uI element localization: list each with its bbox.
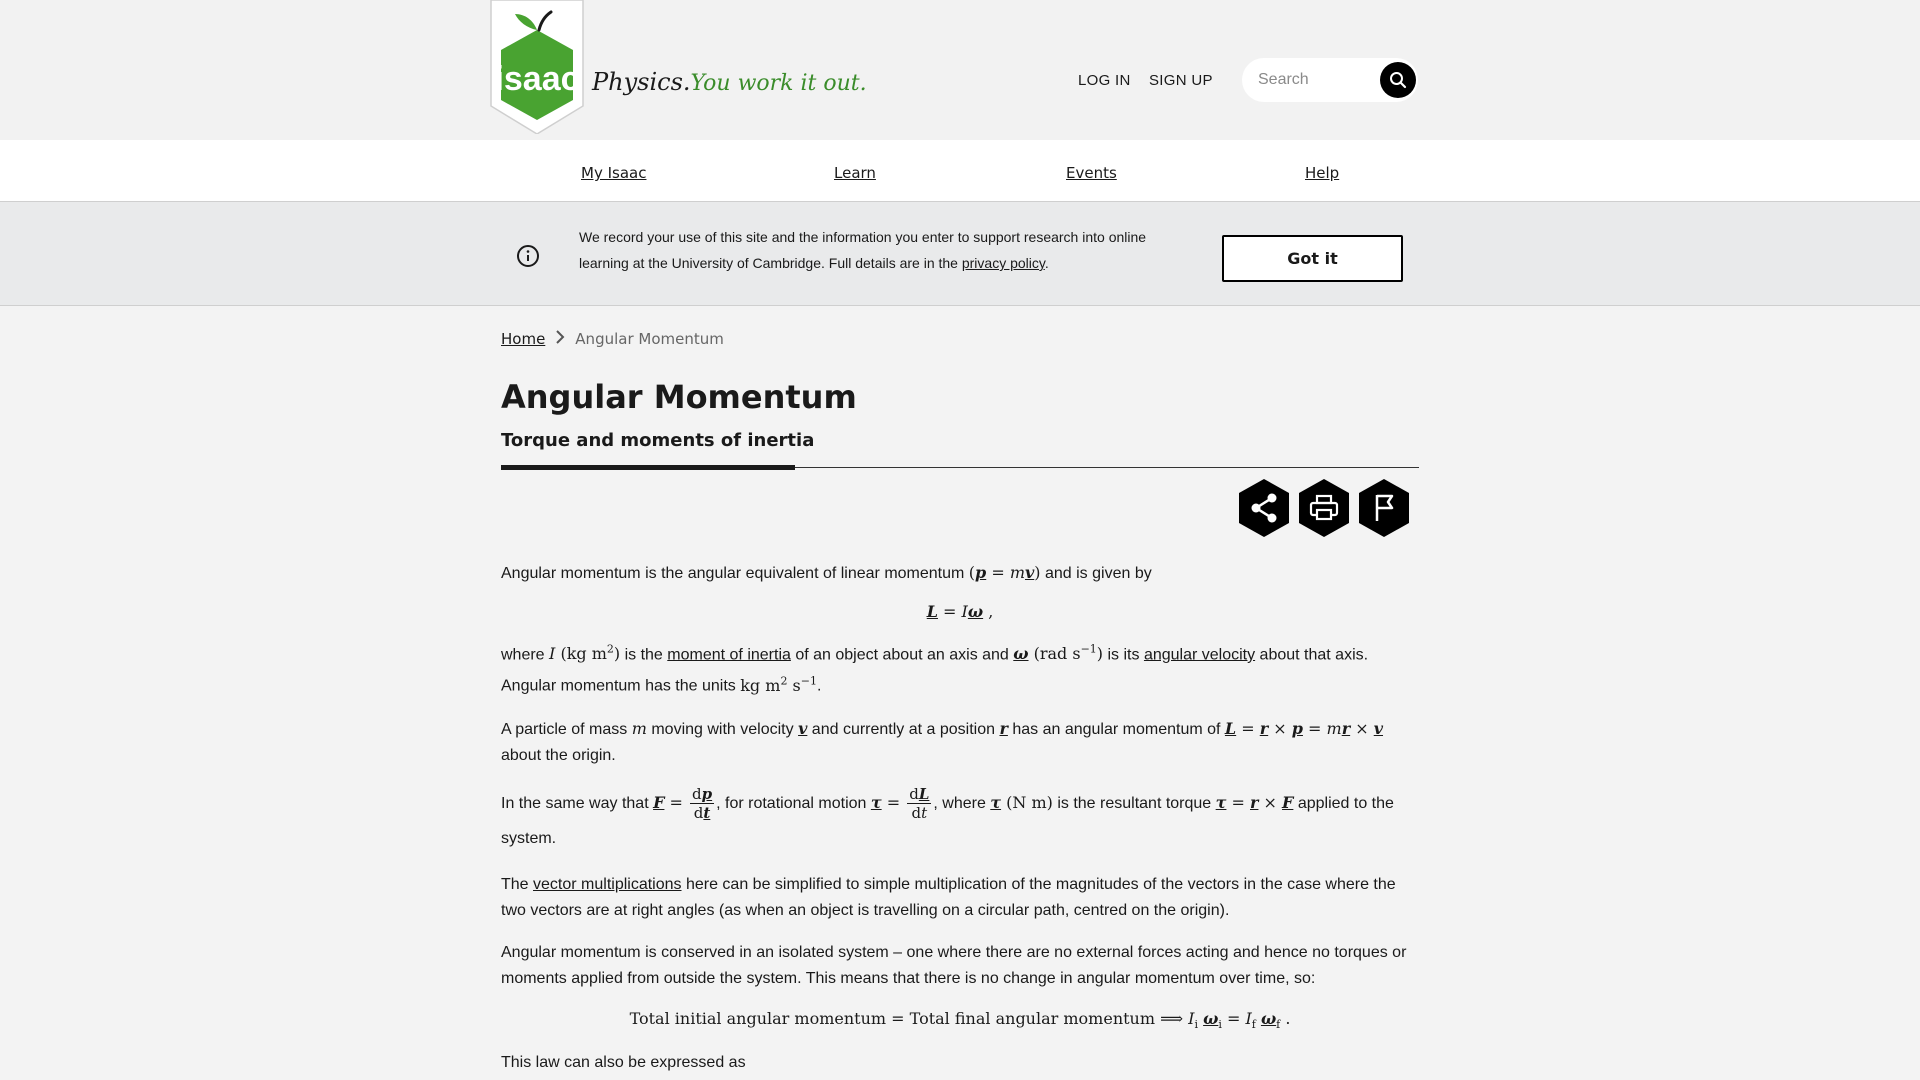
page-title: Angular Momentum xyxy=(501,378,857,416)
site-header: isaac Physics.You work it out. LOG IN SI… xyxy=(0,0,1920,140)
math-units: kg m2 s−1 xyxy=(740,674,817,695)
chevron-right-icon xyxy=(555,330,565,348)
math-cross-product: L = r × p = mr × v xyxy=(1224,718,1384,738)
eq-text-final: Total final angular momentum xyxy=(909,1008,1156,1028)
paragraph-torque: In the same way that F = dp dt, for rotat… xyxy=(501,785,1419,856)
text: about the origin. xyxy=(501,746,616,764)
math-torque-derivative: τ = dL dt xyxy=(870,784,932,822)
text: , where xyxy=(933,794,991,812)
math-force: F = dp dt xyxy=(653,784,715,822)
math-m: m xyxy=(631,718,647,738)
search-input[interactable] xyxy=(1258,68,1378,92)
text: , for rotational motion xyxy=(716,794,871,812)
math-omega: ω (rad s−1) xyxy=(1013,643,1104,664)
paragraph-intro: Angular momentum is the angular equivale… xyxy=(501,560,1419,587)
math-v: v xyxy=(798,718,808,738)
search-icon xyxy=(1390,72,1407,89)
text: of an object about an axis and xyxy=(790,646,1014,664)
report-button[interactable] xyxy=(1357,478,1411,538)
angular-velocity-link[interactable]: angular velocity xyxy=(1144,646,1255,663)
page-subtitle: Torque and moments of inertia xyxy=(501,430,815,451)
breadcrumb-home[interactable]: Home xyxy=(501,330,545,348)
paragraph-definitions: where I (kg m2) is the moment of inertia… xyxy=(501,643,1369,695)
main-nav: My Isaac Learn Events Help xyxy=(0,140,1920,202)
nav-events[interactable]: Events xyxy=(1066,164,1117,182)
cookie-text-end: . xyxy=(1044,255,1049,271)
breadcrumb-current: Angular Momentum xyxy=(575,330,724,348)
text: The xyxy=(501,875,534,893)
print-button[interactable] xyxy=(1297,478,1351,538)
flag-icon xyxy=(1359,479,1409,537)
equation-conservation: Total initial angular momentum = Total f… xyxy=(629,1008,1291,1031)
nav-learn[interactable]: Learn xyxy=(834,164,876,182)
nav-my-isaac[interactable]: My Isaac xyxy=(581,164,646,182)
tagline: Physics.You work it out. xyxy=(592,68,867,96)
text: has an angular momentum of xyxy=(1007,720,1225,738)
math-r: r xyxy=(999,718,1008,738)
search-box xyxy=(1242,58,1418,102)
text: Angular momentum is the angular equivale… xyxy=(501,565,969,582)
moment-of-inertia-link[interactable]: moment of inertia xyxy=(667,646,791,663)
eq-text-initial: Total initial angular momentum xyxy=(629,1008,887,1028)
text: and is given by xyxy=(1040,565,1152,582)
math-inertia: I (kg m2) xyxy=(549,643,621,664)
paragraph-particle: A particle of mass m moving with velocit… xyxy=(501,716,1419,769)
breadcrumb: Home Angular Momentum xyxy=(501,330,724,348)
text: is its xyxy=(1103,646,1144,664)
cookie-text: We record your use of this site and the … xyxy=(579,229,1147,271)
text: A particle of mass xyxy=(501,720,632,738)
text: is the xyxy=(620,646,668,664)
text: moving with velocity xyxy=(646,720,799,738)
math-torque-cross: τ = r × F xyxy=(1215,792,1294,812)
text: and currently at a position xyxy=(807,720,1000,738)
isaac-logo[interactable]: isaac xyxy=(489,0,585,135)
tagline-slogan: You work it out. xyxy=(690,71,867,96)
tagline-physics: Physics. xyxy=(592,68,691,96)
signup-link[interactable]: SIGN UP xyxy=(1149,72,1213,89)
article-content: Angular momentum is the angular equivale… xyxy=(501,560,1419,1080)
privacy-policy-link[interactable]: privacy policy xyxy=(962,255,1045,271)
math-momentum: (p = mv) xyxy=(968,563,1041,582)
paragraph-conservation: Angular momentum is conserved in an isol… xyxy=(501,943,1407,987)
print-icon xyxy=(1299,479,1349,537)
cookie-banner: We record your use of this site and the … xyxy=(0,202,1920,306)
vector-multiplications-link[interactable]: vector multiplications xyxy=(533,876,682,893)
got-it-button[interactable]: Got it xyxy=(1222,235,1403,282)
login-link[interactable]: LOG IN xyxy=(1078,72,1131,89)
title-divider-accent xyxy=(501,465,795,470)
search-button[interactable] xyxy=(1380,62,1416,98)
text: In the same way that xyxy=(501,794,654,812)
equation-angular-momentum: L = Iω , xyxy=(926,602,994,621)
svg-text:isaac: isaac xyxy=(494,60,579,98)
share-button[interactable] xyxy=(1237,478,1291,538)
math-torque-units: τ (N m) xyxy=(990,792,1053,812)
info-icon xyxy=(517,245,539,267)
nav-help[interactable]: Help xyxy=(1305,164,1339,182)
paragraph-vector-multiplication: The vector multiplications here can be s… xyxy=(501,872,1419,924)
share-icon xyxy=(1239,479,1289,537)
text: where xyxy=(501,646,550,664)
text: is the resultant torque xyxy=(1052,794,1216,812)
cookie-message: We record your use of this site and the … xyxy=(579,224,1159,276)
paragraph-law: This law can also be expressed as xyxy=(501,1053,746,1071)
